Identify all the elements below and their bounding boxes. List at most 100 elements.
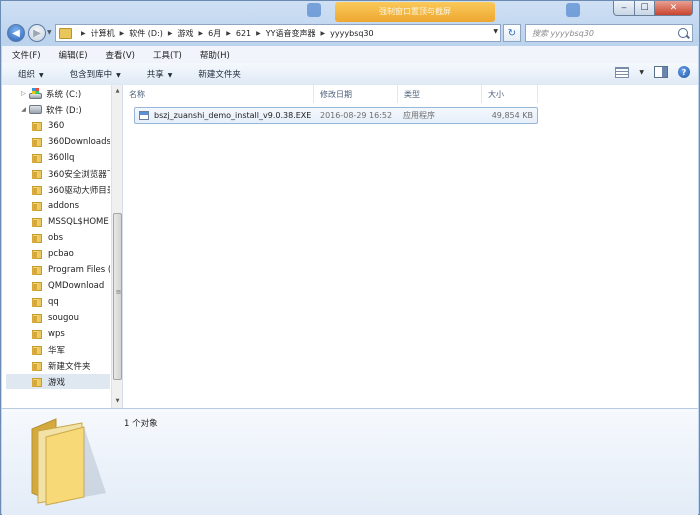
sidebar-item[interactable]: addons xyxy=(32,198,110,213)
organize-button[interactable]: 组织 ▼ xyxy=(2,68,54,80)
sidebar-item[interactable]: ◢ 软件 (D:) xyxy=(20,102,110,117)
folder-icon xyxy=(32,361,42,371)
file-list: 名称 修改日期 类型 大小 bszj_zuanshi_demo_install_… xyxy=(123,85,698,408)
sidebar-item[interactable]: 360llq xyxy=(32,150,110,165)
sidebar-item-label: sougou xyxy=(48,312,79,323)
share-label: 共享 xyxy=(146,70,164,80)
sidebar-item[interactable]: pcbao xyxy=(32,246,110,261)
status-text: 1 个对象 xyxy=(124,419,158,429)
breadcrumb-item[interactable]: yyyybsq30 xyxy=(330,29,373,38)
sidebar-item-label: 360 xyxy=(48,120,65,131)
chevron-down-icon: ▼ xyxy=(167,72,173,79)
sidebar-item-label: pcbao xyxy=(48,248,74,259)
app-icon xyxy=(566,3,580,17)
chevron-right-icon[interactable]: ▶ xyxy=(226,30,231,37)
search-icon[interactable] xyxy=(678,28,688,38)
help-icon[interactable]: ? xyxy=(678,66,690,78)
chevron-right-icon[interactable]: ▶ xyxy=(321,30,326,37)
sidebar-item[interactable]: wps xyxy=(32,326,110,341)
command-bar: 组织 ▼ 包含到库中 ▼ 共享 ▼ 新建文件夹 ▼ ? xyxy=(2,63,698,86)
navigation-pane: ▷ 系统 (C:) ◢ 软件 (D:) 360 360Downloads 360llq 360… xyxy=(2,85,123,408)
refresh-button[interactable]: ↻ xyxy=(503,24,521,42)
chevron-right-icon[interactable]: ▶ xyxy=(81,30,86,37)
new-folder-button[interactable]: 新建文件夹 xyxy=(182,68,251,80)
chevron-right-icon[interactable]: ▶ xyxy=(120,30,125,37)
breadcrumb-item[interactable]: 游戏 xyxy=(178,28,194,39)
folder-icon xyxy=(32,249,42,259)
menu-file[interactable]: 文件(F) xyxy=(2,49,49,61)
ghost-tab: 强制窗口置顶与截屏 xyxy=(335,2,495,22)
file-name-cell: bszj_zuanshi_demo_install_v9.0.38.EXE xyxy=(139,108,319,123)
address-dropdown-icon[interactable]: ▼ xyxy=(493,28,498,35)
folder-icon xyxy=(32,313,42,323)
chevron-right-icon[interactable]: ▶ xyxy=(256,30,261,37)
breadcrumb-item[interactable]: 6月 xyxy=(208,28,221,39)
address-bar[interactable]: ▶ 计算机 ▶ 软件 (D:) ▶ 游戏 ▶ 6月 ▶ 621 ▶ YY语音变声… xyxy=(55,24,501,42)
sidebar-item[interactable]: ▷ 系统 (C:) xyxy=(20,86,110,101)
sidebar-item[interactable]: 游戏 xyxy=(6,374,110,389)
minimize-button[interactable]: ‒ xyxy=(613,1,635,16)
maximize-button[interactable]: ☐ xyxy=(635,1,655,16)
preview-pane-icon[interactable] xyxy=(654,66,668,78)
chevron-right-icon[interactable]: ▶ xyxy=(199,30,204,37)
sidebar-item-label: 游戏 xyxy=(48,377,66,388)
menu-bar: 文件(F) 编辑(E) 查看(V) 工具(T) 帮助(H) xyxy=(2,46,698,64)
recent-pages-dropdown[interactable]: ▼ xyxy=(47,29,52,36)
sidebar-item[interactable]: qq xyxy=(32,294,110,309)
search-input[interactable]: 搜索 yyyybsq30 xyxy=(525,24,693,42)
sidebar-item[interactable]: MSSQL$HOME xyxy=(32,214,110,229)
folder-icon xyxy=(32,137,42,147)
chevron-right-icon[interactable]: ▶ xyxy=(168,30,173,37)
scroll-up-icon[interactable]: ▲ xyxy=(112,86,122,96)
expand-icon[interactable]: ◢ xyxy=(20,106,27,113)
back-button[interactable]: ◀ xyxy=(7,24,25,42)
expand-icon[interactable]: ▷ xyxy=(20,90,27,97)
sidebar-item[interactable]: 360Downloads xyxy=(32,134,110,149)
view-options-dropdown[interactable]: ▼ xyxy=(639,69,644,76)
share-button[interactable]: 共享 ▼ xyxy=(131,68,183,80)
folder-icon xyxy=(32,281,42,291)
chevron-down-icon: ▼ xyxy=(116,72,121,79)
folder-icon xyxy=(32,297,42,307)
title-bar: 强制窗口置顶与截屏 ‒ ☐ ✕ xyxy=(1,1,699,22)
column-type[interactable]: 类型 xyxy=(398,85,482,103)
sidebar-item[interactable]: 华军 xyxy=(32,342,110,357)
sidebar-item[interactable]: Program Files ( xyxy=(32,262,110,277)
breadcrumb-item[interactable]: 计算机 xyxy=(91,28,115,39)
breadcrumb-item[interactable]: YY语音变声器 xyxy=(266,28,316,39)
arrow-right-icon: ▶ xyxy=(33,27,41,39)
sidebar-item[interactable]: QMDownload xyxy=(32,278,110,293)
breadcrumb-item[interactable]: 621 xyxy=(236,29,251,38)
menu-help[interactable]: 帮助(H) xyxy=(190,49,238,61)
sidebar-item-label: 华军 xyxy=(48,345,66,356)
sidebar-item-label: 系统 (C:) xyxy=(46,89,82,100)
folder-icon xyxy=(32,121,42,131)
sidebar-item[interactable]: 360 xyxy=(32,118,110,133)
column-size[interactable]: 大小 xyxy=(482,85,538,103)
forward-button[interactable]: ▶ xyxy=(28,24,46,42)
sidebar-item[interactable]: 360安全浏览器下 xyxy=(32,166,110,181)
include-in-library-button[interactable]: 包含到库中 ▼ xyxy=(54,68,131,80)
view-details-icon[interactable] xyxy=(615,66,630,78)
menu-tools[interactable]: 工具(T) xyxy=(143,49,190,61)
nav-scrollbar-thumb[interactable] xyxy=(113,213,122,380)
close-button[interactable]: ✕ xyxy=(655,1,693,16)
sidebar-item[interactable]: 新建文件夹 xyxy=(32,358,110,373)
sidebar-item[interactable]: obs xyxy=(32,230,110,245)
column-date-modified[interactable]: 修改日期 xyxy=(314,85,398,103)
menu-edit[interactable]: 编辑(E) xyxy=(49,49,96,61)
nav-scrollbar[interactable]: ▲ ▼ xyxy=(111,85,122,408)
sidebar-item-label: QMDownload xyxy=(48,280,105,291)
menu-view[interactable]: 查看(V) xyxy=(96,49,143,61)
sidebar-item[interactable]: 360驱动大师目录 xyxy=(32,182,110,197)
sidebar-item-label: qq xyxy=(48,296,59,307)
details-pane: 1 个对象 xyxy=(2,408,698,515)
app-icon xyxy=(307,3,321,17)
sidebar-item-label: 360安全浏览器下 xyxy=(48,169,110,180)
column-name[interactable]: 名称 xyxy=(123,85,314,103)
file-row[interactable]: bszj_zuanshi_demo_install_v9.0.38.EXE 20… xyxy=(134,107,538,124)
sidebar-item[interactable]: sougou xyxy=(32,310,110,325)
scroll-down-icon[interactable]: ▼ xyxy=(112,396,122,406)
sidebar-item-label: addons xyxy=(48,200,80,211)
breadcrumb-item[interactable]: 软件 (D:) xyxy=(129,28,163,39)
